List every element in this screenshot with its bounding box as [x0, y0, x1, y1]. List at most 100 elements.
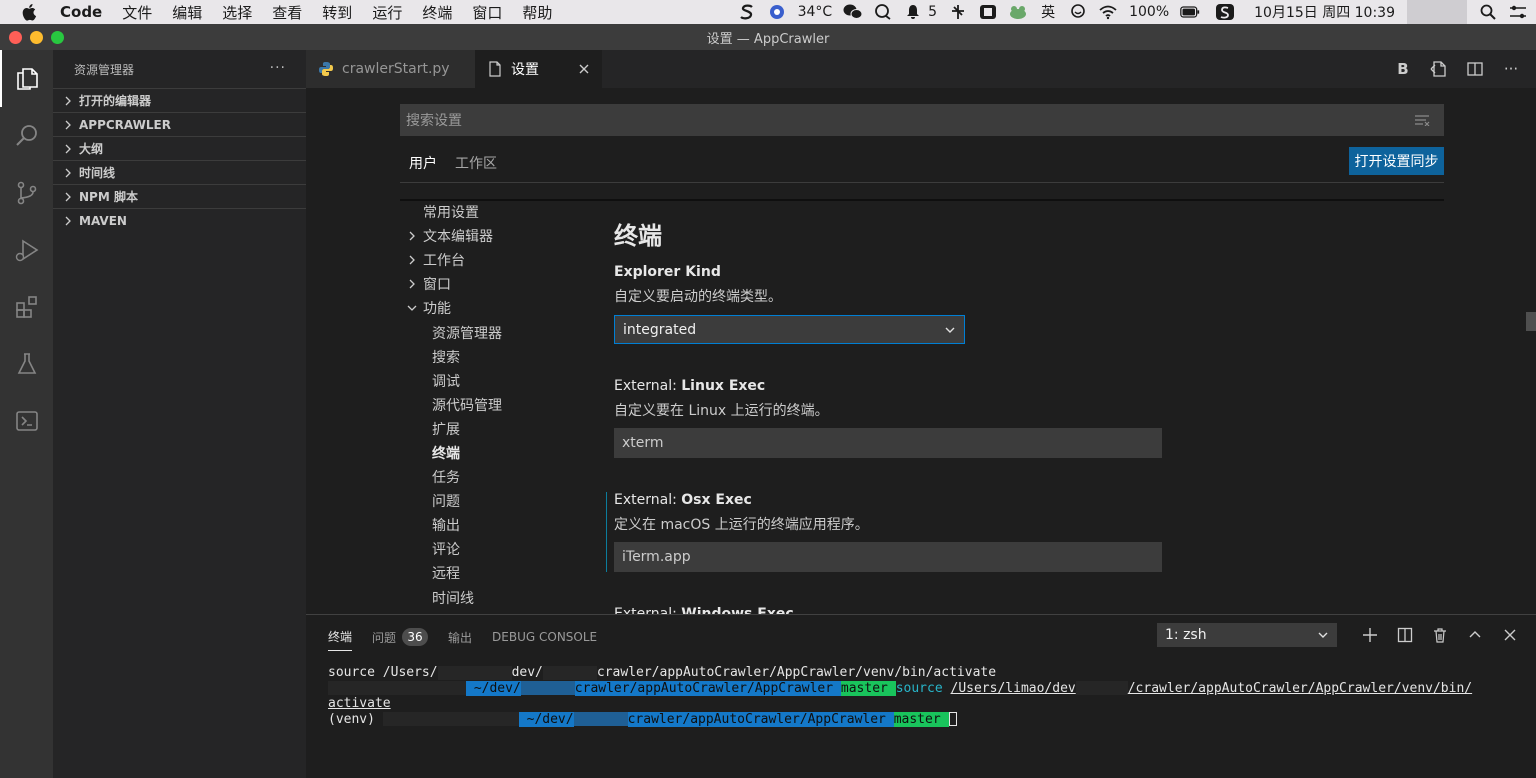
activity-search[interactable] [0, 107, 53, 164]
tab-settings[interactable]: 设置 [475, 50, 602, 88]
panel-tab-problems[interactable]: 问题 36 [372, 623, 429, 651]
datetime[interactable]: 10月15日 周四 10:39 [1254, 2, 1395, 22]
control-center-icon[interactable] [1508, 3, 1528, 21]
setting-explorer-kind: Explorer Kind 自定义要启动的终端类型。 integrated [614, 264, 1174, 344]
toc-explorer[interactable]: 资源管理器 [400, 320, 590, 344]
apple-icon[interactable] [22, 3, 40, 21]
toc-scm[interactable]: 源代码管理 [400, 393, 590, 417]
pin-icon[interactable] [948, 3, 968, 21]
wifi-icon[interactable] [1098, 3, 1118, 21]
split-terminal-icon[interactable] [1395, 625, 1415, 645]
activity-terminal[interactable] [0, 392, 53, 449]
terminal-link[interactable]: activate [328, 696, 391, 711]
explorer-kind-select[interactable]: integrated [614, 315, 965, 344]
terminal-instance-select[interactable]: 1: zsh [1157, 623, 1337, 647]
toc-problems[interactable]: 问题 [400, 489, 590, 513]
toc-workbench[interactable]: 工作台 [400, 248, 590, 272]
tab-user[interactable]: 用户 [400, 150, 446, 183]
settings-sync-button[interactable]: 打开设置同步 [1349, 147, 1444, 175]
frog-icon[interactable] [1008, 3, 1028, 21]
section-project[interactable]: APPCRAWLER [53, 112, 306, 136]
bold-button[interactable]: B [1392, 58, 1414, 80]
toc-search[interactable]: 搜索 [400, 345, 590, 369]
panel-tab-output[interactable]: 输出 [448, 623, 472, 651]
bell-icon[interactable] [903, 3, 923, 21]
menu-terminal[interactable]: 终端 [422, 2, 452, 23]
wechat-icon[interactable] [843, 3, 863, 21]
activity-source-control[interactable] [0, 164, 53, 221]
activity-run-debug[interactable] [0, 221, 53, 278]
section-open-editors[interactable]: 打开的编辑器 [53, 88, 306, 112]
activity-testing[interactable] [0, 335, 53, 392]
terminal-link[interactable]: /crawler/appAutoCrawler/AppCrawler/venv/… [1128, 681, 1472, 696]
toc-terminal[interactable]: 终端 [400, 441, 590, 465]
linux-exec-input[interactable]: xterm [614, 428, 1162, 458]
clipboard-icon[interactable] [978, 3, 998, 21]
trash-icon[interactable] [1430, 625, 1450, 645]
toc-remote[interactable]: 远程 [400, 561, 590, 585]
tab-crawler-start[interactable]: crawlerStart.py [306, 50, 475, 88]
weather-icon[interactable] [767, 3, 787, 21]
spotlight-icon[interactable] [1478, 3, 1498, 21]
activity-extensions[interactable] [0, 278, 53, 335]
panel-actions [1360, 623, 1520, 647]
menu-window[interactable]: 窗口 [472, 2, 502, 23]
panel-tab-terminal[interactable]: 终端 [328, 623, 353, 651]
setting-description: 定义在 macOS 上运行的终端应用程序。 [614, 517, 869, 533]
toc-extensions[interactable]: 扩展 [400, 417, 590, 441]
source-control-icon [17, 181, 36, 204]
weather-temp[interactable]: 34°C [798, 4, 833, 20]
terminal-output[interactable]: source /Users/dev/crawler/appAutoCrawler… [328, 665, 1518, 727]
close-icon[interactable] [576, 61, 592, 77]
toc-features[interactable]: 功能 [400, 296, 590, 320]
setting-title: Windows Exec [681, 606, 794, 614]
toc-debug[interactable]: 调试 [400, 369, 590, 393]
plus-icon[interactable] [1360, 625, 1380, 645]
more-actions-icon[interactable]: ··· [270, 60, 286, 76]
chevron-up-icon[interactable] [1465, 625, 1485, 645]
section-npm-scripts[interactable]: NPM 脚本 [53, 184, 306, 208]
menu-selection[interactable]: 选择 [222, 2, 252, 23]
minimize-window-button[interactable] [30, 31, 43, 44]
menu-file[interactable]: 文件 [122, 2, 152, 23]
chat-icon[interactable] [873, 3, 893, 21]
more-actions-icon[interactable]: ··· [1500, 58, 1522, 80]
panel-tab-debug-console[interactable]: DEBUG CONSOLE [492, 623, 597, 651]
settings-search-input[interactable]: 搜索设置 [400, 104, 1444, 136]
s-app-icon[interactable] [737, 3, 757, 21]
close-icon[interactable] [1500, 625, 1520, 645]
toc-common[interactable]: 常用设置 [400, 200, 590, 224]
section-timeline[interactable]: 时间线 [53, 160, 306, 184]
search-icon [15, 124, 37, 146]
prompt-branch: master [893, 711, 949, 727]
open-json-icon[interactable] [1428, 58, 1450, 80]
maximize-window-button[interactable] [51, 31, 64, 44]
clear-filter-icon[interactable] [1414, 112, 1430, 128]
toc-comments[interactable]: 评论 [400, 537, 590, 561]
terminal-link[interactable]: /Users/limao/dev [951, 681, 1076, 696]
search-chat-icon[interactable] [1068, 3, 1088, 21]
ime-indicator[interactable]: 英 [1038, 3, 1058, 21]
toc-timeline[interactable]: 时间线 [400, 586, 590, 610]
split-editor-icon[interactable] [1464, 58, 1486, 80]
menu-app[interactable]: Code [60, 3, 102, 21]
editor-scrollbar-thumb[interactable] [1526, 312, 1536, 331]
battery-icon[interactable] [1180, 3, 1200, 21]
settings-toc: 常用设置 文本编辑器 工作台 窗口 功能 资源管理器 搜索 调试 源代码管理 扩… [400, 200, 590, 610]
section-maven[interactable]: MAVEN [53, 208, 306, 232]
activity-explorer[interactable] [0, 50, 53, 107]
toc-window[interactable]: 窗口 [400, 272, 590, 296]
section-outline[interactable]: 大纲 [53, 136, 306, 160]
s-app2-icon[interactable] [1215, 3, 1235, 21]
toc-tasks[interactable]: 任务 [400, 465, 590, 489]
menu-edit[interactable]: 编辑 [172, 2, 202, 23]
osx-exec-input[interactable]: iTerm.app [614, 542, 1162, 572]
toc-output[interactable]: 输出 [400, 513, 590, 537]
toc-text-editor[interactable]: 文本编辑器 [400, 224, 590, 248]
menu-help[interactable]: 帮助 [522, 2, 552, 23]
tab-workspace[interactable]: 工作区 [446, 150, 506, 183]
close-window-button[interactable] [9, 31, 22, 44]
menu-view[interactable]: 查看 [272, 2, 302, 23]
menu-run[interactable]: 运行 [372, 2, 402, 23]
menu-go[interactable]: 转到 [322, 2, 352, 23]
